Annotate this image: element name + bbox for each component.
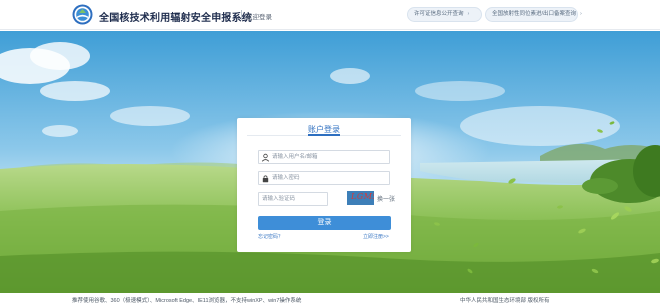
password-input[interactable]	[272, 172, 388, 184]
forgot-password-link[interactable]: 忘记密码？	[258, 233, 283, 240]
background-landscape: 账户登录 LGM5 换一张 登录 忘记密码？ 立即注册>>	[0, 31, 660, 293]
refresh-captcha-label: 换一张	[377, 197, 396, 203]
refresh-captcha-button[interactable]: 换一张	[377, 194, 395, 203]
username-field	[258, 150, 390, 164]
login-panel: 账户登录 LGM5 换一张 登录 忘记密码？ 立即注册>>	[237, 118, 411, 252]
captcha-field	[258, 192, 328, 206]
username-input[interactable]	[272, 151, 388, 163]
title-divider	[241, 10, 242, 20]
header-bar: 全国核技术利用辐射安全申报系统 欢迎登录 许可证信息公开查询 › 全国放射性同位素…	[0, 0, 660, 30]
page-title: 全国核技术利用辐射安全申报系统	[99, 13, 252, 24]
ministry-logo-icon	[72, 4, 93, 25]
captcha-text: LGM5	[351, 192, 374, 201]
license-info-query-label: 许可证信息公开查询	[414, 11, 464, 17]
captcha-input[interactable]	[262, 193, 326, 205]
chevron-right-icon: ›	[467, 11, 470, 17]
browser-compatibility-note: 推荐使用谷歌、360（极速模式）、Microsoft Edge、IE11浏览器，…	[72, 298, 302, 304]
login-button[interactable]: 登录	[258, 216, 391, 230]
footer-bar: 推荐使用谷歌、360（极速模式）、Microsoft Edge、IE11浏览器，…	[0, 293, 660, 306]
isotope-import-export-query-link[interactable]: 全国放射性同位素进/出口备案查询 ›	[485, 7, 582, 22]
license-info-query-link[interactable]: 许可证信息公开查询 ›	[407, 7, 482, 22]
chevron-right-icon: ›	[580, 11, 582, 17]
copyright-text: 中华人民共和国生态环境部 版权所有	[460, 298, 550, 304]
register-link[interactable]: 立即注册>>	[363, 233, 389, 240]
lock-icon	[262, 175, 269, 183]
password-field	[258, 171, 390, 185]
isotope-query-label: 全国放射性同位素进/出口备案查询	[492, 11, 577, 17]
user-icon	[261, 153, 270, 162]
title-accent-bar	[308, 134, 340, 136]
welcome-text: 欢迎登录	[246, 14, 272, 21]
captcha-image[interactable]: LGM5	[347, 191, 374, 205]
